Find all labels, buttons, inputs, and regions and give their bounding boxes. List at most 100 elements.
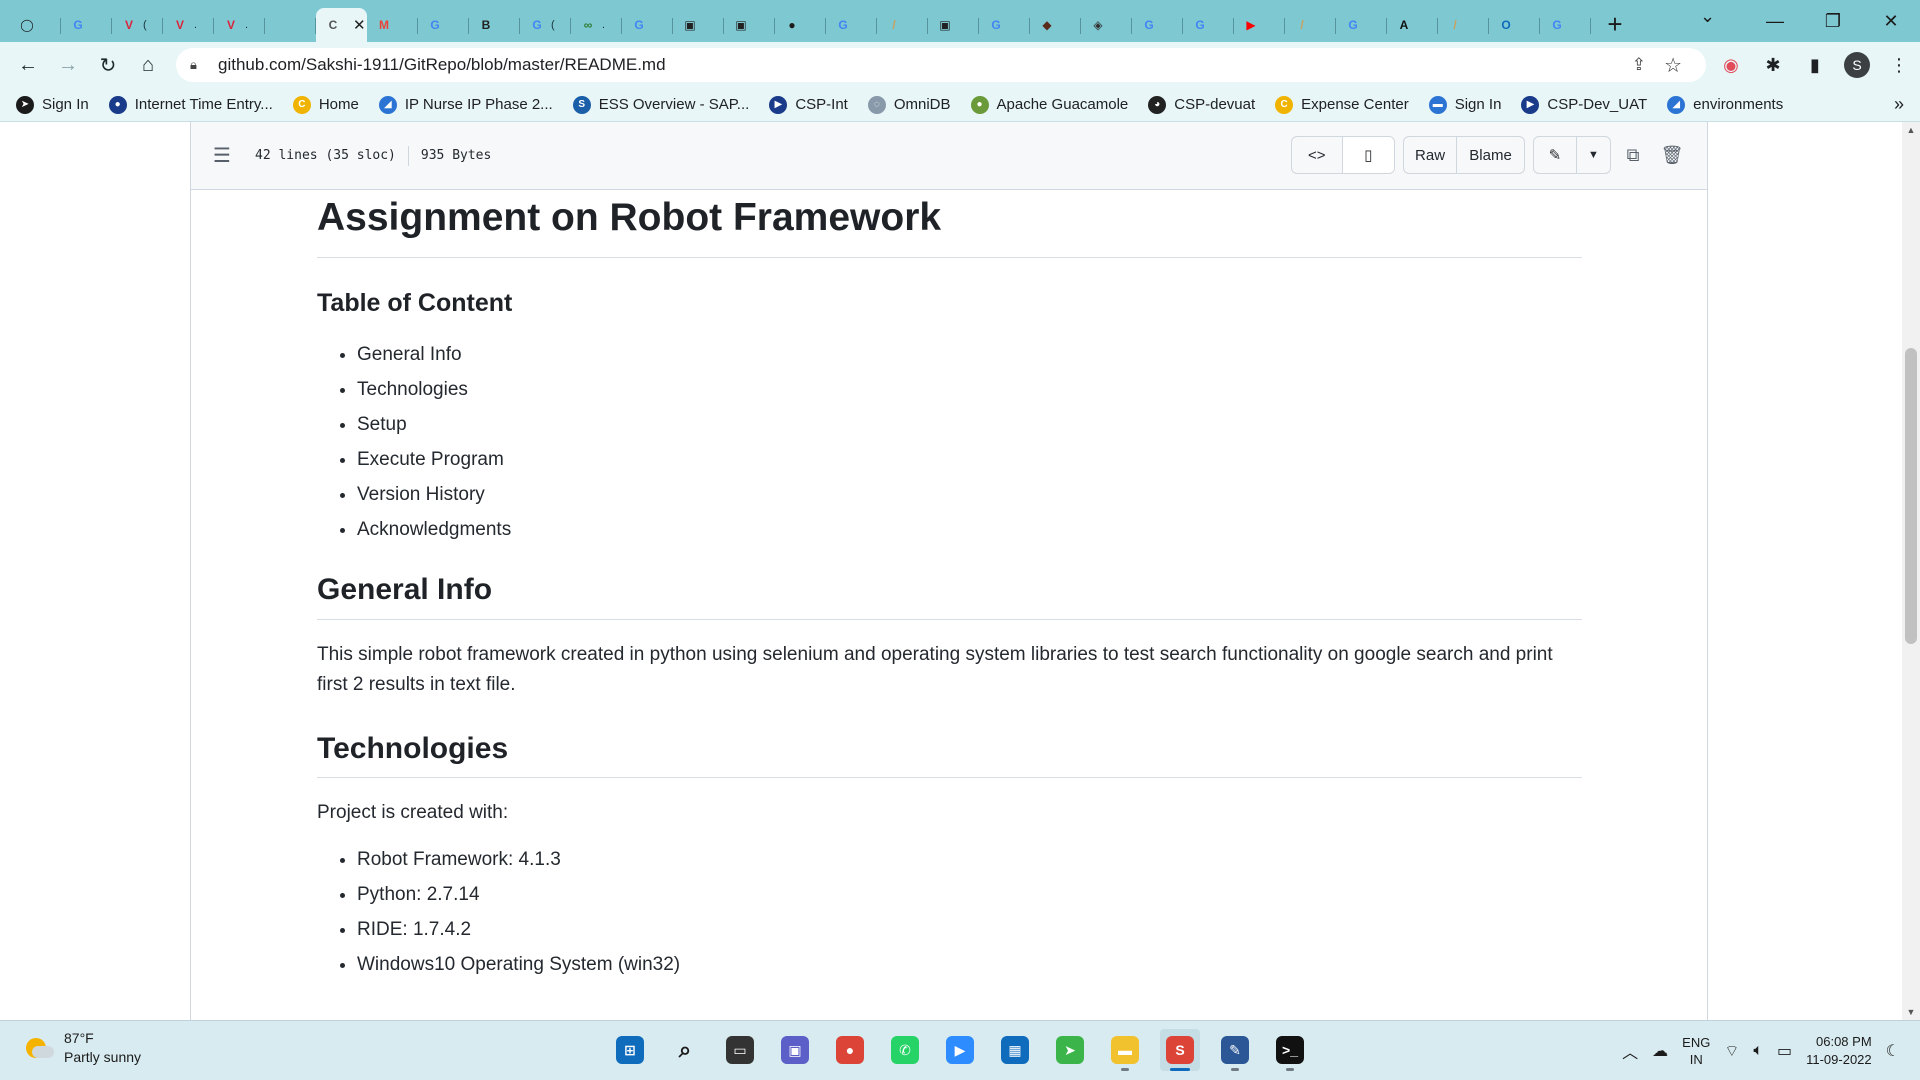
- side-panel-icon[interactable]: ▮: [1800, 50, 1830, 80]
- terminal-app[interactable]: >_: [1270, 1029, 1310, 1071]
- tab[interactable]: ◯: [10, 8, 61, 42]
- tab[interactable]: V.: [163, 8, 214, 42]
- tab[interactable]: G: [1132, 8, 1183, 42]
- tab[interactable]: ◈: [1081, 8, 1132, 42]
- tab[interactable]: A: [1387, 8, 1438, 42]
- new-tab-button[interactable]: +: [1595, 7, 1635, 41]
- outline-list-icon[interactable]: ☰: [213, 143, 243, 168]
- bookmark-item[interactable]: C Home: [292, 95, 359, 114]
- bookmark-item[interactable]: ➤ Sign In: [16, 95, 89, 114]
- scroll-down-icon[interactable]: ▼: [1902, 1004, 1920, 1020]
- bookmark-star-icon[interactable]: ☆: [1664, 53, 1682, 78]
- tab[interactable]: ∞.: [571, 8, 622, 42]
- forward-icon[interactable]: →: [48, 45, 88, 85]
- teams-chat-app[interactable]: ▣: [775, 1029, 815, 1071]
- tab[interactable]: G: [1540, 8, 1591, 42]
- tab[interactable]: M: [367, 8, 418, 42]
- tab[interactable]: [265, 8, 316, 42]
- bookmark-item[interactable]: ◌ OmniDB: [867, 95, 951, 114]
- battery-icon[interactable]: ▭: [1777, 1041, 1792, 1061]
- profile-button[interactable]: S: [1842, 50, 1872, 80]
- bookmark-item[interactable]: ● Internet Time Entry...: [108, 95, 273, 114]
- tab[interactable]: /: [1285, 8, 1336, 42]
- chrome-profile-app[interactable]: S: [1160, 1029, 1200, 1071]
- bookmark-item[interactable]: ◢ environments: [1667, 95, 1783, 114]
- reload-icon[interactable]: ↻: [88, 45, 128, 85]
- bookmark-item[interactable]: ◢ IP Nurse IP Phase 2...: [378, 95, 553, 114]
- tab[interactable]: V.: [214, 8, 265, 42]
- bookmark-item[interactable]: ▶ CSP-Int: [769, 95, 848, 114]
- close-tab-icon[interactable]: ✕: [353, 16, 366, 34]
- tab[interactable]: ◆: [1030, 8, 1081, 42]
- tab[interactable]: G: [622, 8, 673, 42]
- bookmark-item[interactable]: ● Apache Guacamole: [970, 95, 1128, 114]
- chevron-up-icon[interactable]: ︿: [1622, 1039, 1638, 1063]
- scrollbar-thumb[interactable]: [1905, 348, 1917, 644]
- search-app[interactable]: ⌕: [665, 1029, 705, 1071]
- address-bar[interactable]: 🔒︎ github.com/Sakshi-1911/GitRepo/blob/m…: [176, 48, 1706, 82]
- volume-icon[interactable]: 🔈︎: [1753, 1042, 1763, 1060]
- home-icon[interactable]: ⌂: [128, 45, 168, 85]
- back-icon[interactable]: ←: [8, 45, 48, 85]
- restore-icon[interactable]: ❐: [1804, 0, 1862, 42]
- bookmark-item[interactable]: ▶ CSP-Dev_UAT: [1521, 95, 1647, 114]
- tab-search-icon[interactable]: ⌄: [1700, 6, 1715, 27]
- tab[interactable]: O: [1489, 8, 1540, 42]
- minimize-icon[interactable]: —: [1746, 0, 1804, 42]
- raw-button[interactable]: Raw: [1404, 137, 1458, 173]
- extension-icon[interactable]: ◉: [1716, 50, 1746, 80]
- tab[interactable]: G: [1336, 8, 1387, 42]
- tab[interactable]: B: [469, 8, 520, 42]
- task-view-app[interactable]: ▭: [720, 1029, 760, 1071]
- store-app[interactable]: ▦: [995, 1029, 1035, 1071]
- start-app[interactable]: ⊞: [610, 1029, 650, 1071]
- weather-widget[interactable]: 87°F Partly sunny: [24, 1029, 141, 1067]
- bookmark-item[interactable]: C Expense Center: [1275, 95, 1409, 114]
- tab[interactable]: ▣: [673, 8, 724, 42]
- menu-icon[interactable]: ⋮: [1884, 50, 1914, 80]
- tab-active[interactable]: C ✕: [316, 8, 367, 42]
- zoom-app[interactable]: ▶: [940, 1029, 980, 1071]
- bookmarks-overflow-icon[interactable]: »: [1894, 94, 1904, 115]
- wifi-icon[interactable]: ⌔: [1724, 1041, 1739, 1061]
- chevron-down-icon[interactable]: ▼: [1577, 137, 1610, 173]
- onedrive-cloud-icon[interactable]: ☁: [1652, 1041, 1668, 1061]
- tab[interactable]: G: [979, 8, 1030, 42]
- tab[interactable]: ▶: [1234, 8, 1285, 42]
- tab[interactable]: G(: [520, 8, 571, 42]
- whatsapp-app[interactable]: ✆: [885, 1029, 925, 1071]
- notepad-app[interactable]: ✎: [1215, 1029, 1255, 1071]
- tab[interactable]: /: [1438, 8, 1489, 42]
- code-view-icon[interactable]: <>: [1292, 137, 1343, 173]
- tab[interactable]: G: [61, 8, 112, 42]
- send-app[interactable]: ➤: [1050, 1029, 1090, 1071]
- bookmark-item[interactable]: S ESS Overview - SAP...: [572, 95, 749, 114]
- share-icon[interactable]: ⇪: [1632, 55, 1646, 75]
- language-indicator[interactable]: ENG IN: [1682, 1034, 1710, 1068]
- tab[interactable]: ●: [775, 8, 826, 42]
- trash-icon[interactable]: 🗑︎: [1655, 138, 1689, 172]
- copy-icon[interactable]: ⧉: [1616, 138, 1650, 172]
- lock-icon[interactable]: 🔒︎: [190, 57, 210, 73]
- tab[interactable]: G: [418, 8, 469, 42]
- tab[interactable]: V(: [112, 8, 163, 42]
- notification-moon-icon[interactable]: ☾: [1886, 1041, 1900, 1061]
- tab[interactable]: ▣: [724, 8, 775, 42]
- file-explorer-app[interactable]: ▬: [1105, 1029, 1145, 1071]
- extensions-puzzle-icon[interactable]: ✱: [1758, 50, 1788, 80]
- preview-file-icon[interactable]: ▯: [1342, 137, 1394, 173]
- tab[interactable]: /: [877, 8, 928, 42]
- tab[interactable]: ▣: [928, 8, 979, 42]
- edit-pencil-icon[interactable]: ✎: [1534, 137, 1577, 173]
- tab[interactable]: G: [1183, 8, 1234, 42]
- bookmark-item[interactable]: ◕ CSP-devuat: [1148, 95, 1255, 114]
- page-scrollbar[interactable]: ▲ ▼: [1902, 122, 1920, 1020]
- close-window-icon[interactable]: ✕: [1862, 0, 1920, 42]
- chrome-app[interactable]: ●: [830, 1029, 870, 1071]
- bookmark-item[interactable]: ▬ Sign In: [1428, 95, 1501, 114]
- tab[interactable]: G: [826, 8, 877, 42]
- clock[interactable]: 06:08 PM 11-09-2022: [1806, 1033, 1872, 1069]
- url-text[interactable]: github.com/Sakshi-1911/GitRepo/blob/mast…: [218, 55, 666, 75]
- blame-button[interactable]: Blame: [1457, 137, 1524, 173]
- scroll-up-icon[interactable]: ▲: [1902, 122, 1920, 138]
